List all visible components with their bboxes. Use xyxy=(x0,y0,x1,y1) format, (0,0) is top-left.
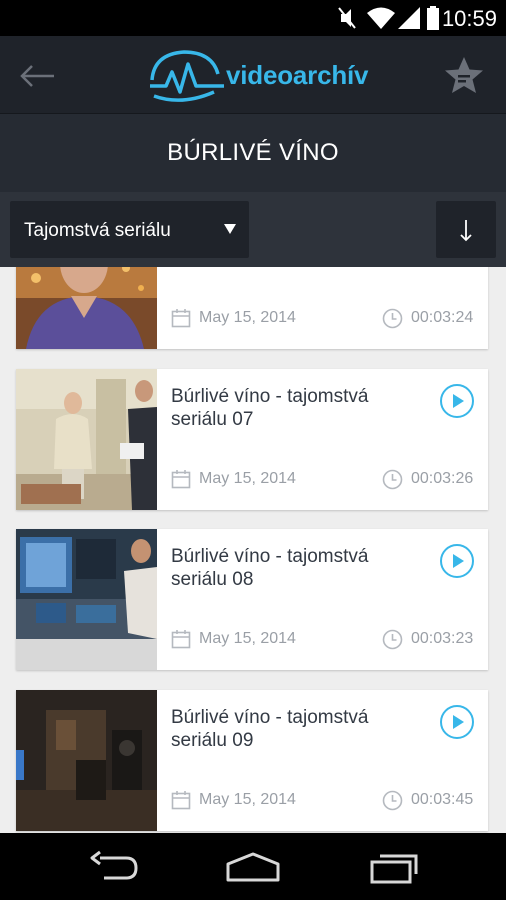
video-date: May 15, 2014 xyxy=(199,309,296,326)
dropdown-selected-label: Tajomstvá seriálu xyxy=(24,220,171,241)
video-card[interactable]: Búrlivé víno - tajomstvá seriálu 07 May … xyxy=(16,369,488,510)
clock-icon xyxy=(382,469,403,490)
play-icon[interactable] xyxy=(439,543,475,579)
category-dropdown[interactable]: Tajomstvá seriálu xyxy=(10,201,249,258)
nav-recents-icon[interactable] xyxy=(368,850,422,884)
video-duration: 00:03:24 xyxy=(411,309,474,326)
nav-back-icon[interactable] xyxy=(86,850,140,884)
video-card[interactable]: May 15, 2014 00:03:24 xyxy=(16,267,488,349)
video-card[interactable]: Búrlivé víno - tajomstvá seriálu 09 May … xyxy=(16,690,488,831)
video-duration: 00:03:23 xyxy=(411,630,474,647)
clock-icon xyxy=(382,629,403,650)
wifi-icon xyxy=(367,7,395,29)
video-thumbnail[interactable] xyxy=(16,267,157,349)
video-title: Búrlivé víno - tajomstvá seriálu 07 xyxy=(171,386,369,430)
calendar-icon xyxy=(171,630,191,649)
video-list[interactable]: May 15, 2014 00:03:24 Búrlivé víno - taj… xyxy=(0,267,506,833)
clock-icon xyxy=(382,308,403,329)
video-title: Búrlivé víno - tajomstvá seriálu 08 xyxy=(171,546,369,590)
clock-icon xyxy=(382,790,403,811)
calendar-icon xyxy=(171,470,191,489)
signal-icon xyxy=(398,7,420,29)
app-header: videoarchív xyxy=(0,36,506,114)
video-duration: 00:03:45 xyxy=(411,791,474,808)
clock-time: 10:59 xyxy=(441,6,497,31)
play-icon[interactable] xyxy=(439,383,475,419)
video-date: May 15, 2014 xyxy=(199,791,296,808)
calendar-icon xyxy=(171,791,191,810)
back-arrow-icon[interactable] xyxy=(18,56,58,96)
system-nav-bar xyxy=(0,833,506,900)
star-list-icon[interactable] xyxy=(443,54,485,96)
logo-text: videoarchív xyxy=(226,60,369,90)
video-thumbnail[interactable] xyxy=(16,529,157,670)
filter-bar: Tajomstvá seriálu xyxy=(0,192,506,267)
app-logo: videoarchív xyxy=(148,46,369,106)
video-date: May 15, 2014 xyxy=(199,470,296,487)
page-title: BÚRLIVÉ VÍNO xyxy=(167,139,339,166)
video-duration: 00:03:26 xyxy=(411,470,474,487)
video-thumbnail[interactable] xyxy=(16,369,157,510)
battery-icon xyxy=(427,6,439,30)
video-title: Búrlivé víno - tajomstvá seriálu 09 xyxy=(171,707,369,751)
video-thumbnail[interactable] xyxy=(16,690,157,831)
play-icon[interactable] xyxy=(439,704,475,740)
status-bar: 10:59 xyxy=(0,0,506,36)
video-date: May 15, 2014 xyxy=(199,630,296,647)
nav-home-icon[interactable] xyxy=(224,850,282,884)
mute-icon xyxy=(338,7,356,29)
title-bar: BÚRLIVÉ VÍNO xyxy=(0,114,506,192)
calendar-icon xyxy=(171,309,191,328)
video-card[interactable]: Búrlivé víno - tajomstvá seriálu 08 May … xyxy=(16,529,488,670)
sort-button[interactable] xyxy=(436,201,496,258)
logo-mark-icon xyxy=(150,50,224,102)
dropdown-arrow-icon xyxy=(224,224,236,234)
arrow-down-icon xyxy=(460,220,472,242)
